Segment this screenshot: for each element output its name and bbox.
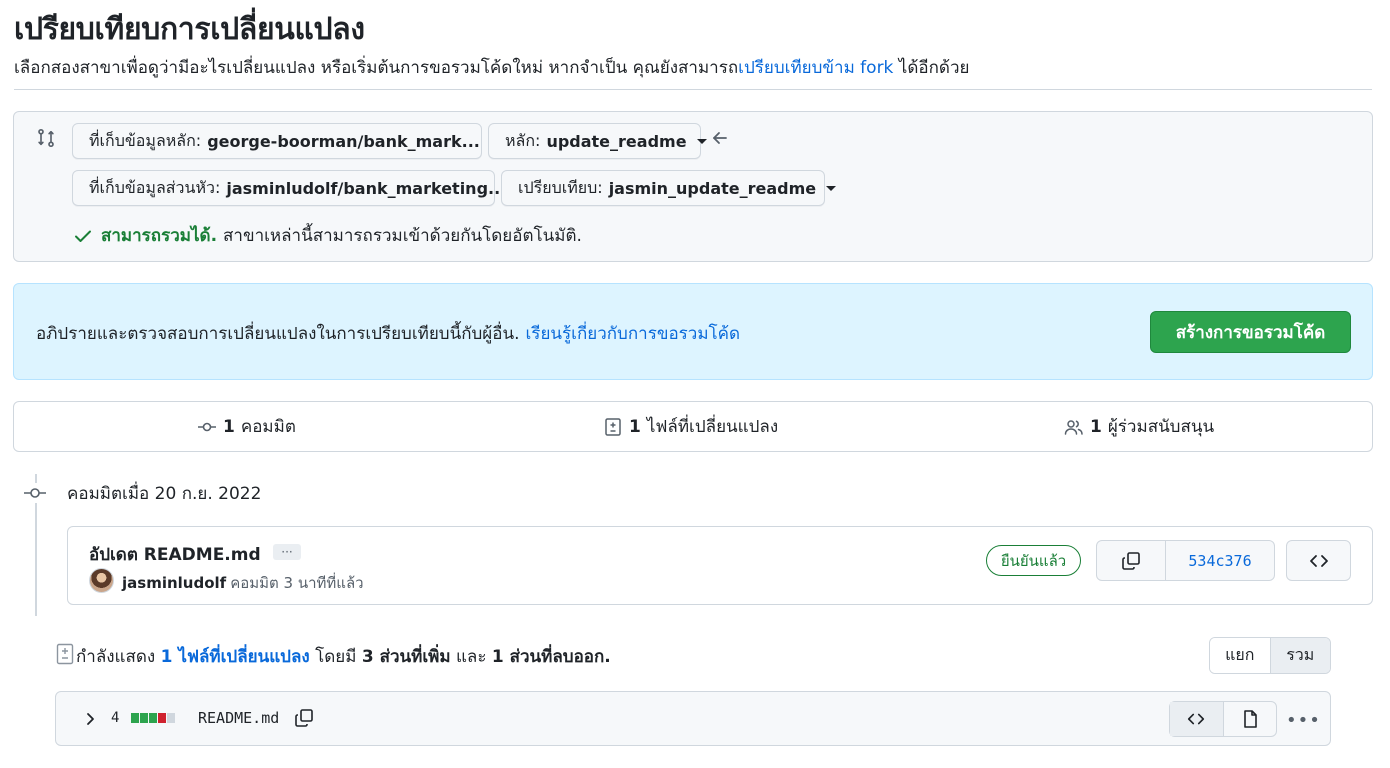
check-icon bbox=[73, 226, 93, 246]
compare-branch-value: jasmin_update_readme bbox=[608, 178, 817, 198]
files-changed-tab[interactable]: 1 ไฟล์ที่เปลี่ยนแปลง bbox=[603, 413, 778, 440]
verified-badge[interactable]: ยืนยันแล้ว bbox=[986, 545, 1081, 576]
split-view-button[interactable]: แยก bbox=[1210, 638, 1271, 673]
commit-author-link[interactable]: jasminludolf bbox=[122, 574, 226, 592]
base-repository-label: ที่เก็บข้อมูลหลัก: bbox=[89, 130, 202, 150]
diffstat-bar bbox=[131, 713, 175, 723]
diffstat-block-add bbox=[140, 713, 148, 723]
diffstat-block-add bbox=[149, 713, 157, 723]
base-branch-select[interactable]: หลัก: update_readme bbox=[488, 123, 707, 159]
diffstat-block-neutral bbox=[167, 713, 175, 723]
file-name-link[interactable]: README.md bbox=[198, 709, 279, 727]
git-commit-icon bbox=[197, 417, 223, 437]
copy-icon bbox=[293, 707, 315, 729]
code-icon bbox=[1308, 550, 1330, 572]
arrow-left-icon bbox=[710, 128, 730, 148]
base-repository-select[interactable]: ที่เก็บข้อมูลหลัก: george-boorman/bank_m… bbox=[72, 123, 500, 159]
deletions-count: 1 ส่วนที่ลบออก. bbox=[491, 647, 611, 667]
compare-branch-select[interactable]: เปรียบเทียบ: jasmin_update_readme bbox=[501, 170, 837, 206]
banner-text: อภิปรายและตรวจสอบการเปลี่ยนแปลงในการเปรี… bbox=[36, 324, 520, 344]
contributors-label: ผู้ร่วมสนับสนุน bbox=[1107, 417, 1215, 437]
people-icon bbox=[1064, 417, 1090, 437]
kebab-horizontal-icon[interactable]: ••• bbox=[1286, 710, 1321, 731]
file-diff-icon bbox=[56, 643, 74, 665]
copy-sha-button[interactable] bbox=[1097, 541, 1166, 580]
base-branch-label: หลัก: bbox=[505, 130, 541, 150]
git-commit-icon bbox=[24, 483, 46, 503]
contributors-tab[interactable]: 1 ผู้ร่วมสนับสนุน bbox=[1064, 413, 1214, 440]
files-count: 1 bbox=[629, 416, 641, 437]
toc-prefix: กำลังแสดง bbox=[76, 647, 156, 667]
commit-group-date: คอมมิตเมื่อ 20 ก.ย. 2022 bbox=[67, 484, 262, 504]
toc-middle: โดยมี bbox=[315, 647, 357, 667]
mergeable-status: สามารถรวมได้. สาขาเหล่านี้สามารถรวมเข้าด… bbox=[73, 222, 582, 249]
browse-code-button[interactable] bbox=[1286, 540, 1351, 581]
commits-label: คอมมิต bbox=[240, 417, 296, 437]
copy-icon bbox=[1120, 550, 1142, 572]
diffstat-block-add bbox=[131, 713, 139, 723]
learn-pull-requests-link[interactable]: เรียนรู้เกี่ยวกับการขอรวมโค้ด bbox=[526, 324, 741, 344]
diff-view-toggle: แยก รวม bbox=[1209, 637, 1331, 674]
file-view-toggle bbox=[1169, 701, 1277, 737]
base-repository-value: george-boorman/bank_mark... bbox=[207, 131, 480, 151]
git-compare-icon bbox=[36, 128, 56, 148]
caret-down-icon bbox=[826, 185, 837, 191]
commit-sha-group: 534c376 bbox=[1096, 540, 1275, 581]
file-diff-icon bbox=[603, 417, 629, 437]
commit-time: คอมมิต 3 นาทีที่แล้ว bbox=[230, 574, 364, 592]
mergeable-description: สาขาเหล่านี้สามารถรวมเข้าด้วยกันโดยอัตโน… bbox=[223, 226, 582, 246]
display-rich-diff-button[interactable] bbox=[1224, 702, 1277, 736]
page-title: เปรียบเทียบการเปลี่ยนแปลง bbox=[14, 12, 365, 47]
contributors-count: 1 bbox=[1090, 416, 1102, 437]
chevron-right-icon[interactable] bbox=[84, 710, 98, 728]
subtitle-suffix: ได้อีกด้วย bbox=[893, 58, 970, 78]
commits-count: 1 bbox=[223, 416, 235, 437]
diff-summary: กำลังแสดง 1 ไฟล์ที่เปลี่ยนแปลง โดยมี 3 ส… bbox=[76, 643, 611, 670]
mergeable-label: สามารถรวมได้. bbox=[101, 226, 218, 246]
banner-message: อภิปรายและตรวจสอบการเปลี่ยนแปลงในการเปรี… bbox=[36, 320, 740, 347]
head-repository-select[interactable]: ที่เก็บข้อมูลส่วนหัว: jasminludolf/bank_… bbox=[72, 170, 527, 206]
head-repository-value: jasminludolf/bank_marketing... bbox=[226, 178, 507, 198]
additions-count: 3 ส่วนที่เพิ่ม bbox=[361, 647, 451, 667]
file-icon bbox=[1240, 709, 1260, 729]
display-source-button[interactable] bbox=[1170, 702, 1224, 736]
commit-meta: jasminludolf คอมมิต 3 นาทีที่แล้ว bbox=[122, 571, 364, 595]
copy-path-button[interactable] bbox=[293, 707, 315, 729]
unified-view-button[interactable]: รวม bbox=[1270, 638, 1330, 673]
diffstat-block-del bbox=[158, 713, 166, 723]
header-divider bbox=[14, 89, 1372, 90]
compare-branch-label: เปรียบเทียบ: bbox=[518, 177, 603, 197]
create-pull-request-button[interactable]: สร้างการขอรวมโค้ด bbox=[1150, 311, 1351, 353]
expand-commit-message-button[interactable]: ··· bbox=[273, 544, 301, 560]
head-repository-label: ที่เก็บข้อมูลส่วนหัว: bbox=[89, 177, 221, 197]
commits-tab[interactable]: 1 คอมมิต bbox=[197, 413, 296, 440]
commit-sha-link[interactable]: 534c376 bbox=[1166, 541, 1274, 580]
file-changes-count: 4 bbox=[111, 710, 120, 726]
commit-title-link[interactable]: อัปเดต README.md bbox=[89, 541, 261, 568]
base-branch-value: update_readme bbox=[546, 131, 687, 151]
subtitle-text: เลือกสองสาขาเพื่อดูว่ามีอะไรเปลี่ยนแปลง … bbox=[14, 58, 739, 78]
files-label: ไฟล์ที่เปลี่ยนแปลง bbox=[646, 417, 779, 437]
toc-and: และ bbox=[455, 647, 487, 667]
files-changed-link[interactable]: 1 ไฟล์ที่เปลี่ยนแปลง bbox=[161, 647, 310, 667]
caret-down-icon bbox=[696, 138, 707, 144]
avatar[interactable] bbox=[89, 568, 114, 593]
page-subtitle: เลือกสองสาขาเพื่อดูว่ามีอะไรเปลี่ยนแปลง … bbox=[14, 54, 969, 81]
code-icon bbox=[1186, 709, 1206, 729]
compare-across-forks-link[interactable]: เปรียบเทียบข้าม fork bbox=[738, 58, 893, 78]
